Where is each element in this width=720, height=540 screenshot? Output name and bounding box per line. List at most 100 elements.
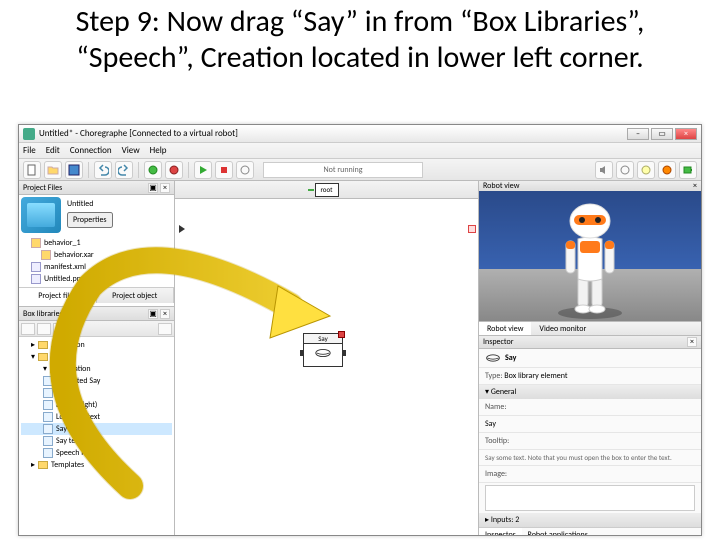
project-icon: [21, 197, 61, 233]
tab-project-object[interactable]: Project object: [97, 288, 175, 303]
panel-close-icon[interactable]: ×: [160, 309, 170, 319]
rest-button[interactable]: [637, 161, 655, 179]
toolbar: Not running: [19, 159, 701, 181]
root-box[interactable]: root: [315, 183, 339, 197]
lib-new-icon[interactable]: [53, 323, 67, 335]
box-library-tree[interactable]: ▸Animation ▾Speech ▾Creation Animated Sa…: [19, 337, 174, 535]
lib-save-icon[interactable]: [37, 323, 51, 335]
inspector-type-value: Box library element: [504, 371, 567, 381]
tree-item[interactable]: manifest.xml: [44, 262, 86, 272]
inspector-header: Inspector ×: [479, 336, 701, 349]
maximize-button[interactable]: ▭: [651, 128, 673, 140]
lips-icon: [304, 344, 342, 359]
signal-icon[interactable]: [338, 331, 345, 338]
say-box-label: Say: [304, 334, 342, 344]
properties-button[interactable]: Properties: [67, 212, 113, 228]
panel-close-icon[interactable]: ×: [160, 183, 170, 193]
tree-item[interactable]: Say text: [56, 436, 81, 446]
tree-item-say[interactable]: Say: [56, 424, 67, 434]
tab-project-files[interactable]: Project files: [19, 288, 97, 303]
flow-diagram[interactable]: root Say: [175, 181, 479, 535]
project-files-header: Project Files ▣ ×: [19, 181, 174, 195]
menu-connection[interactable]: Connection: [70, 145, 112, 156]
minimize-button[interactable]: –: [627, 128, 649, 140]
close-button[interactable]: ×: [675, 128, 697, 140]
tree-item[interactable]: behavior_1: [44, 238, 81, 248]
tree-item[interactable]: Choice: [56, 388, 78, 398]
tab-robot-view[interactable]: Robot view: [479, 322, 531, 335]
undo-button[interactable]: [94, 161, 112, 179]
box-libraries-header: Box libraries ▣ ×: [19, 307, 174, 321]
folder-icon: [38, 461, 48, 469]
inspector-title: Inspector: [483, 337, 514, 347]
inspector-panel: Say Type: Box library element ▾ General …: [479, 349, 701, 535]
inspector-image-field[interactable]: [485, 485, 695, 511]
tree-item[interactable]: behavior.xar: [54, 250, 94, 260]
inspector-general-section[interactable]: ▾ General: [479, 385, 701, 399]
robot-view-title: Robot view: [483, 181, 519, 191]
menu-file[interactable]: File: [23, 145, 36, 156]
debug-button[interactable]: [236, 161, 254, 179]
diagram-canvas[interactable]: Say: [175, 199, 478, 535]
project-name: Untitled: [67, 199, 170, 209]
robot-view-header: Robot view ×: [479, 181, 701, 191]
tab-robot-applications[interactable]: Robot applications: [522, 528, 594, 535]
open-button[interactable]: [44, 161, 62, 179]
tab-inspector[interactable]: Inspector: [479, 528, 522, 535]
connect-button[interactable]: [144, 161, 162, 179]
panel-close-icon[interactable]: ×: [687, 337, 697, 347]
inspector-box-name: Say: [505, 353, 516, 363]
stop-button[interactable]: [215, 161, 233, 179]
tree-item[interactable]: Speech Reco.: [56, 448, 99, 458]
menu-help[interactable]: Help: [150, 145, 167, 156]
lib-open-icon[interactable]: [21, 323, 35, 335]
tree-item[interactable]: Templates: [51, 460, 84, 470]
stiffen-button[interactable]: [616, 161, 634, 179]
end-pin[interactable]: [468, 225, 476, 233]
play-button[interactable]: [194, 161, 212, 179]
tree-item[interactable]: Dialog (light): [56, 400, 97, 410]
left-column: Project Files ▣ × Untitled Properties be…: [19, 181, 175, 535]
inspector-inputs-section[interactable]: ▸ Inputs: 2: [479, 513, 701, 527]
box-icon: [43, 376, 53, 386]
lib-search-icon[interactable]: [158, 323, 172, 335]
folder-icon: [38, 341, 48, 349]
tree-item[interactable]: Localized text: [56, 412, 100, 422]
menu-edit[interactable]: Edit: [46, 145, 60, 156]
tree-item[interactable]: Animated Say: [56, 376, 100, 386]
new-button[interactable]: [23, 161, 41, 179]
volume-button[interactable]: [595, 161, 613, 179]
menu-view[interactable]: View: [122, 145, 140, 156]
tree-item[interactable]: Speech: [51, 352, 74, 362]
panel-close-icon[interactable]: ×: [693, 181, 697, 191]
inspector-tooltip-label: Tooltip:: [485, 436, 509, 446]
lips-icon: [485, 352, 501, 364]
box-icon: [43, 388, 53, 398]
inspector-tooltip-value: Say some text. Note that you must open t…: [479, 450, 701, 466]
say-box[interactable]: Say: [303, 333, 343, 367]
panel-dock-icon[interactable]: ▣: [148, 309, 158, 319]
robot-view-panel[interactable]: [479, 191, 701, 322]
slide-title: Step 9: Now drag “Say” in from “Box Libr…: [0, 0, 720, 84]
inspector-name-label: Name:: [485, 402, 507, 412]
inspector-type-label: Type:: [485, 371, 502, 381]
box-icon: [43, 412, 53, 422]
tree-item[interactable]: Animation: [51, 340, 85, 350]
project-file-tree[interactable]: behavior_1 behavior.xar manifest.xml Unt…: [19, 235, 174, 287]
tree-item[interactable]: Creation: [63, 364, 91, 374]
inspector-name-value[interactable]: Say: [479, 416, 701, 433]
app-window: Untitled* - Choregraphe [Connected to a …: [18, 124, 702, 536]
right-column: Robot view ×: [479, 181, 701, 535]
input-pin[interactable]: [300, 350, 304, 356]
tab-video-monitor[interactable]: Video monitor: [531, 322, 594, 335]
disconnect-button[interactable]: [165, 161, 183, 179]
save-button[interactable]: [65, 161, 83, 179]
wake-button[interactable]: [658, 161, 676, 179]
titlebar: Untitled* - Choregraphe [Connected to a …: [19, 125, 701, 143]
output-pin[interactable]: [342, 350, 346, 356]
panel-dock-icon[interactable]: ▣: [148, 183, 158, 193]
tree-item[interactable]: Untitled.pml: [44, 274, 85, 284]
box-libraries-title: Box libraries: [23, 309, 63, 319]
start-pin[interactable]: [179, 225, 187, 233]
redo-button[interactable]: [115, 161, 133, 179]
